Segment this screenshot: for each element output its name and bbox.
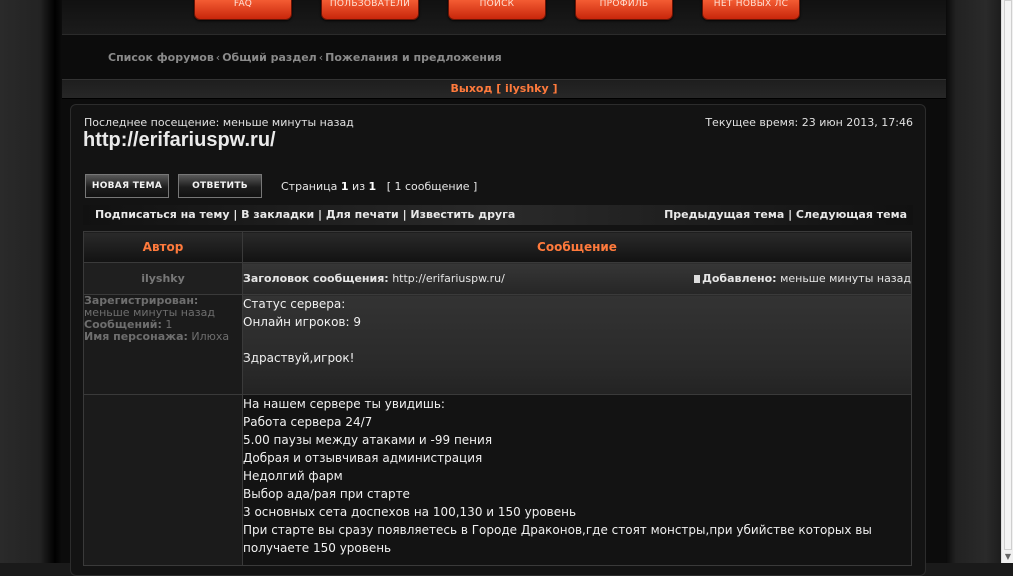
reply-button[interactable]: ОТВЕТИТЬ (178, 174, 262, 198)
scroll-down-icon[interactable]: ▼ (1003, 552, 1013, 562)
post-author[interactable]: ilyshky (83, 262, 243, 295)
last-visit: Последнее посещение: меньше минуты назад (84, 116, 354, 129)
top-navigation: FAQ ПОЛЬЗОВАТЕЛИ ПОИСК ПРОФИЛЬ НЕТ НОВЫХ… (62, 0, 946, 35)
post-subject-bar: Заголовок сообщения: http://erifariuspw.… (242, 262, 912, 295)
post-body-status: Статус сервера: Онлайн игроков: 9 Здраст… (242, 294, 912, 395)
post-body-text: На нашем сервере ты увидишь: Работа серв… (242, 394, 912, 566)
right-border (946, 0, 1001, 563)
nav-profile-button[interactable]: ПРОФИЛЬ (575, 0, 673, 20)
pagination-info: Страница 1 из 1 [ 1 сообщение ] (281, 180, 478, 193)
breadcrumb-general[interactable]: Общий раздел (222, 51, 317, 64)
nav-messages-button[interactable]: НЕТ НОВЫХ ЛС (702, 0, 800, 20)
post-table: Автор Сообщение ilyshky Заголовок сообще… (83, 231, 912, 566)
scrollbar-thumb[interactable] (1004, 0, 1012, 550)
topic-actions-bar: Подписаться на тему | В закладки | Для п… (83, 205, 913, 225)
topic-actions-links[interactable]: Подписаться на тему | В закладки | Для п… (95, 205, 515, 225)
nav-search-button[interactable]: ПОИСК (448, 0, 546, 20)
message-column-header: Сообщение (242, 231, 912, 263)
breadcrumb: Список форумов ‹ Общий раздел ‹ Пожелания и … (108, 51, 502, 64)
left-border (0, 0, 62, 563)
current-time: Текущее время: 23 июн 2013, 17:46 (705, 116, 913, 129)
logout-bar: Выход [ ilyshky ] (62, 79, 946, 99)
post-subject: http://erifariuspw.ru/ (392, 272, 505, 285)
topic-panel: Последнее посещение: меньше минуты назад… (70, 104, 926, 576)
topic-title[interactable]: http://erifariuspw.ru/ (83, 129, 276, 152)
author-column-header: Автор (83, 231, 243, 263)
scrollbar[interactable]: ▼ (1001, 0, 1013, 563)
author-profile: Зарегистрирован: меньше минуты назад Соо… (83, 294, 243, 395)
new-topic-button[interactable]: НОВАЯ ТЕМА (85, 174, 169, 198)
breadcrumb-forums[interactable]: Список форумов (108, 51, 214, 64)
nav-faq-button[interactable]: FAQ (194, 0, 292, 20)
breadcrumb-suggestions[interactable]: Пожелания и предложения (325, 51, 502, 64)
post-date: меньше минуты назад (780, 272, 911, 285)
nav-users-button[interactable]: ПОЛЬЗОВАТЕЛИ (321, 0, 419, 20)
page: FAQ ПОЛЬЗОВАТЕЛИ ПОИСК ПРОФИЛЬ НЕТ НОВЫХ… (62, 0, 946, 576)
topic-navigation-links[interactable]: Предыдущая тема | Следующая тема (664, 205, 907, 225)
author-profile-spacer (83, 394, 243, 566)
logout-link[interactable]: Выход [ ilyshky ] (451, 82, 558, 95)
post-icon (694, 275, 701, 283)
